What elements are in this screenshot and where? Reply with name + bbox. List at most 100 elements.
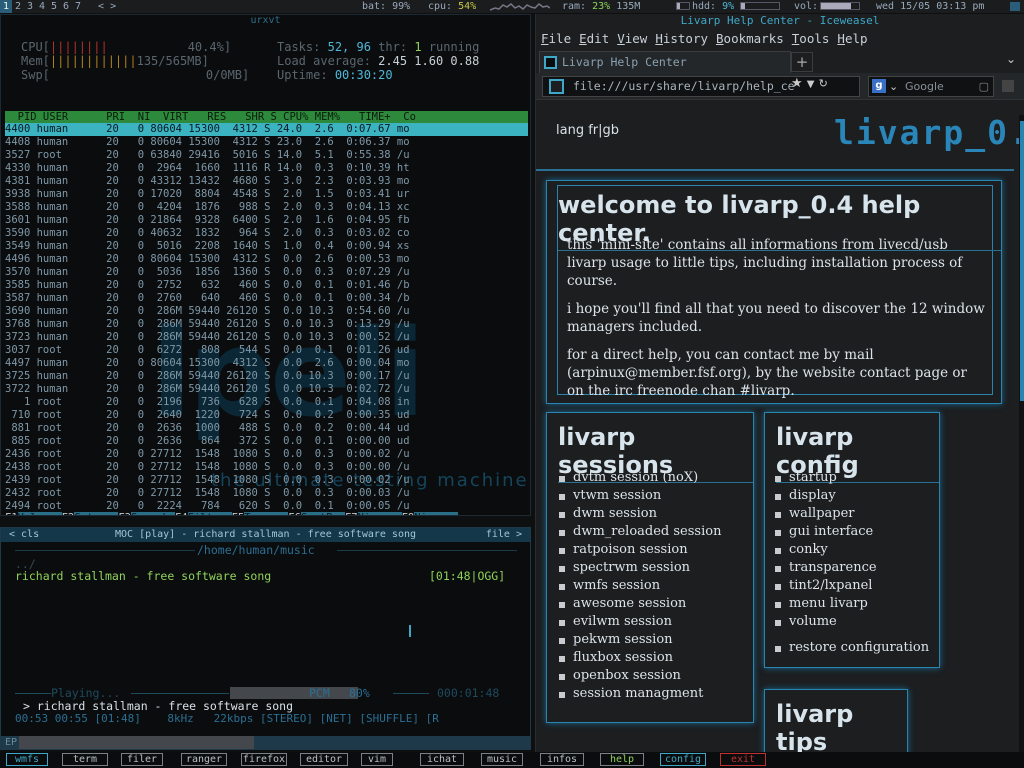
process-row[interactable]: 3587 human 20 0 2760 640 460 S 0.0 0.1 0… (5, 292, 528, 305)
process-row[interactable]: 881 root 20 0 2636 1000 488 S 0.0 0.2 0:… (5, 422, 528, 435)
process-row[interactable]: 3690 human 20 0 286M 59440 26120 S 0.0 1… (5, 305, 528, 318)
htop-terminal[interactable]: urxvt lpeli the ultimate testing machine… (0, 14, 531, 516)
taskbar-firefox-button[interactable]: firefox (241, 753, 287, 766)
iceweasel-window[interactable]: Livarp Help Center - Iceweasel File Edit V… (535, 14, 1024, 752)
taskbar-filer-button[interactable]: filer (121, 753, 163, 766)
process-row[interactable]: 3725 human 20 0 286M 59440 26120 S 0.0 1… (5, 370, 528, 383)
page-scrollbar[interactable] (1019, 115, 1024, 752)
process-row[interactable]: 3527 root 20 0 63840 29416 5016 S 14.0 5… (5, 149, 528, 162)
taskbar-editor-button[interactable]: editor (300, 753, 348, 766)
process-row[interactable]: 2439 root 20 0 27712 1548 1080 S 0.0 0.3… (5, 474, 528, 487)
process-row[interactable]: 1 root 20 0 2196 736 628 S 0.0 0.1 0:04.… (5, 396, 528, 409)
process-row[interactable]: 4381 human 20 0 43312 13432 4680 S 3.0 2… (5, 175, 528, 188)
process-row[interactable]: 3585 human 20 0 2752 632 460 S 0.0 0.1 0… (5, 279, 528, 292)
search-box[interactable]: g ⌄ Google ▢ (868, 76, 994, 97)
config-item[interactable]: gui interface (775, 523, 877, 541)
session-item[interactable]: ratpoison session (559, 541, 721, 559)
session-item[interactable]: awesome session (559, 595, 721, 613)
taskbar-ranger-button[interactable]: ranger (181, 753, 227, 766)
session-item[interactable]: fluxbox session (559, 649, 721, 667)
process-row[interactable]: 3723 human 20 0 286M 59440 26120 S 0.0 1… (5, 331, 528, 344)
menu-tools[interactable]: Tools (792, 31, 830, 46)
menu-view[interactable]: View (617, 31, 647, 46)
process-row[interactable]: 885 root 20 0 2636 864 372 S 0.0 0.1 0:0… (5, 435, 528, 448)
fkey-action-f1[interactable]: Help (17, 512, 62, 515)
taskbar-help-button[interactable]: help (600, 753, 644, 766)
config-item[interactable]: display (775, 487, 877, 505)
process-row[interactable]: 2438 root 20 0 27712 1548 1080 S 0.0 0.3… (5, 461, 528, 474)
session-item[interactable]: dwm session (559, 505, 721, 523)
process-row[interactable]: 3938 human 20 0 17020 8804 4548 S 2.0 1.… (5, 188, 528, 201)
config-item[interactable]: transparence (775, 559, 877, 577)
process-row[interactable]: 2436 root 20 0 27712 1548 1080 S 0.0 0.3… (5, 448, 528, 461)
workspace-tag-7[interactable]: 7 (72, 0, 84, 13)
fkey-action-f7[interactable]: Nice - (357, 512, 402, 515)
process-row[interactable]: 4330 human 20 0 2964 1660 1116 R 14.0 0.… (5, 162, 528, 175)
taskbar-ichat-button[interactable]: ichat (420, 753, 464, 766)
search-go-icon[interactable]: ▢ (979, 77, 989, 96)
session-item[interactable]: vtwm session (559, 487, 721, 505)
process-row[interactable]: 4496 human 20 0 80604 15300 4312 S 0.0 2… (5, 253, 528, 266)
menu-help[interactable]: Help (837, 31, 867, 46)
process-row[interactable]: 3549 human 20 0 5016 2208 1640 S 1.0 0.4… (5, 240, 528, 253)
volume-meter[interactable] (820, 2, 860, 10)
process-row[interactable]: 3590 human 20 0 40632 1832 964 S 2.0 0.3… (5, 227, 528, 240)
session-item[interactable]: dwm_reloaded session (559, 523, 721, 541)
session-item[interactable]: dvtm session (noX) (559, 469, 721, 487)
workspace-tag-2[interactable]: 2 (12, 0, 24, 13)
process-row[interactable]: 3037 root 20 0 6272 808 544 S 0.0 0.1 0:… (5, 344, 528, 357)
workspace-tag-6[interactable]: 6 (60, 0, 72, 13)
taskbar-wmfs-button[interactable]: wmfs (6, 753, 48, 766)
taskbar-exit-button[interactable]: exit (720, 753, 766, 766)
process-row[interactable]: 710 root 20 0 2640 1220 724 S 0.0 0.2 0:… (5, 409, 528, 422)
taskbar-term-button[interactable]: term (62, 753, 108, 766)
workspace-tag-4[interactable]: 4 (36, 0, 48, 13)
process-table[interactable]: 4400 human 20 0 80604 15300 4312 S 24.0 … (5, 123, 528, 513)
engine-dropdown-icon[interactable]: ⌄ (889, 77, 898, 96)
fkey-action-f2[interactable]: Setup (74, 512, 119, 515)
workspace-arrows[interactable]: < > (98, 1, 116, 12)
new-tab-button[interactable]: + (791, 52, 813, 72)
menu-history[interactable]: History (655, 31, 708, 46)
bookmark-star-icon[interactable]: ★ (791, 76, 803, 91)
workspace-tag-1[interactable]: 1 (0, 0, 12, 13)
config-item[interactable]: conky (775, 541, 877, 559)
session-item[interactable]: openbox session (559, 667, 721, 685)
process-row[interactable]: 4400 human 20 0 80604 15300 4312 S 24.0 … (5, 123, 528, 136)
page-content[interactable]: lang fr|gb livarp_0.4 welcome to livarp_… (536, 115, 1024, 752)
google-engine-icon[interactable]: g (872, 79, 886, 93)
moc-player[interactable]: < cls MOC [play] - richard stallman - fr… (0, 527, 531, 750)
config-item-restore[interactable]: restore configuration (775, 639, 929, 657)
config-item[interactable]: startup (775, 469, 877, 487)
menu-bookmarks[interactable]: Bookmarks (716, 31, 784, 46)
reload-icon[interactable]: ↻ (819, 77, 828, 90)
config-item[interactable]: menu livarp (775, 595, 877, 613)
fkey-action-f3[interactable]: Search (130, 512, 175, 515)
session-item[interactable]: pekwm session (559, 631, 721, 649)
workspace-tag-3[interactable]: 3 (24, 0, 36, 13)
taskbar-vim-button[interactable]: vim (361, 753, 393, 766)
fkey-action-f5[interactable]: Tree (244, 512, 289, 515)
process-row[interactable]: 3588 human 20 0 4204 1876 988 S 2.0 0.3 … (5, 201, 528, 214)
config-item[interactable]: volume (775, 613, 877, 631)
moc-volume-bar[interactable] (230, 687, 358, 699)
workspace-tag-5[interactable]: 5 (48, 0, 60, 13)
moc-track-entry[interactable]: richard stallman - free software song (15, 569, 271, 583)
layout-icon[interactable] (1010, 2, 1020, 11)
scrollbar-thumb[interactable] (1020, 121, 1024, 401)
url-dropdown-icon[interactable]: ▼ (807, 79, 815, 90)
session-item[interactable]: evilwm session (559, 613, 721, 631)
session-item[interactable]: spectrwm session (559, 559, 721, 577)
fkey-action-f8[interactable]: Nice + (414, 512, 459, 515)
menu-file[interactable]: File (541, 31, 571, 46)
process-row[interactable]: 4497 human 20 0 80604 15300 4312 S 0.0 2… (5, 357, 528, 370)
process-table-header[interactable]: PID USER PRI NI VIRT RES SHR S CPU% MEM%… (5, 111, 528, 123)
process-row[interactable]: 4408 human 20 0 80604 15300 4312 S 23.0 … (5, 136, 528, 149)
fkey-action-f4[interactable]: Filter (187, 512, 232, 515)
session-item[interactable]: wmfs session (559, 577, 721, 595)
taskbar-music-button[interactable]: music (481, 753, 523, 766)
config-item[interactable]: wallpaper (775, 505, 877, 523)
config-item[interactable]: tint2/lxpanel (775, 577, 877, 595)
process-row[interactable]: 3601 human 20 0 21864 9328 6400 S 2.0 1.… (5, 214, 528, 227)
process-row[interactable]: 2432 root 20 0 27712 1548 1080 S 0.0 0.3… (5, 487, 528, 500)
